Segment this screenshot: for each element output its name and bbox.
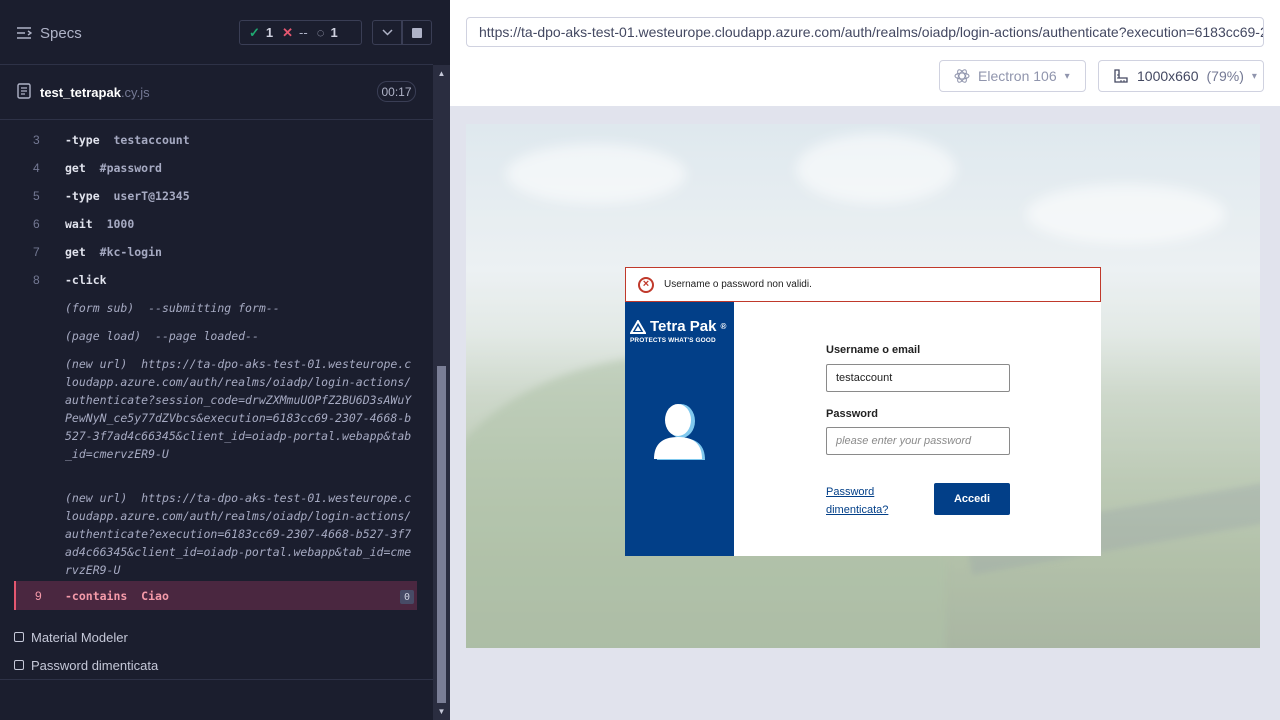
stop-button[interactable] — [402, 20, 432, 45]
running-count: ◌ 1 — [316, 25, 338, 40]
spec-file-name[interactable]: test_tetrapak.cy.js — [40, 85, 150, 100]
app-frame: × Username o password non validi. Tetra … — [466, 124, 1260, 648]
spec-duration: 00:17 — [377, 81, 416, 102]
scroll-up-icon[interactable]: ▲ — [437, 69, 446, 78]
specs-label: Specs — [40, 24, 82, 42]
aut-url-bar[interactable]: https://ta-dpo-aks-test-01.westeurope.cl… — [466, 17, 1264, 47]
app-under-test: https://ta-dpo-aks-test-01.westeurope.cl… — [450, 0, 1280, 720]
browser-selector[interactable]: Electron 106 ▾ — [939, 60, 1086, 92]
scrollbar-thumb[interactable] — [437, 366, 446, 703]
username-label: Username o email — [826, 344, 921, 356]
login-error-alert: × Username o password non validi. — [625, 267, 1101, 302]
x-icon: ✕ — [282, 24, 294, 40]
scroll-down-icon[interactable]: ▼ — [437, 707, 446, 716]
event-new-url[interactable]: (new url) https://ta-dpo-aks-test-01.wes… — [65, 355, 413, 463]
event-new-url[interactable]: (new url) https://ta-dpo-aks-test-01.wes… — [65, 489, 413, 579]
login-submit-button[interactable]: Accedi — [934, 483, 1010, 515]
command-log: 3 -type testaccount 4 get #password 5 -type… — [33, 133, 413, 579]
spinner-icon: ◌ — [316, 25, 325, 40]
aut-toolbar: https://ta-dpo-aks-test-01.westeurope.cl… — [450, 0, 1280, 106]
error-icon: × — [638, 276, 654, 293]
test-stats: ✓ 1 ✕ -- ◌ 1 — [239, 20, 362, 45]
chevron-down-icon — [381, 29, 393, 36]
runner-header: Specs ✓ 1 ✕ -- ◌ 1 — [0, 0, 433, 65]
electron-icon — [954, 69, 970, 83]
failure-count-badge: 0 — [400, 590, 414, 604]
password-label: Password — [826, 408, 878, 420]
failed-command-row[interactable]: 9 -contains Ciao 0 — [14, 581, 417, 610]
collapse-button[interactable] — [372, 20, 402, 45]
event-form-submit[interactable]: (form sub) --submitting form-- — [65, 299, 413, 317]
divider — [0, 679, 433, 680]
test-runner-panel: Specs ✓ 1 ✕ -- ◌ 1 test_tetrapak.cy.js 00:1… — [0, 0, 450, 720]
ruler-icon — [1114, 69, 1128, 83]
chevron-down-icon: ▾ — [1064, 70, 1070, 82]
tetra-pak-logo: Tetra Pak ® — [630, 318, 726, 335]
suite-item[interactable]: Password dimenticata — [14, 656, 158, 674]
passed-count: ✓ 1 — [249, 24, 274, 41]
forgot-password-link[interactable]: Password dimenticata? — [826, 483, 906, 519]
pending-icon — [14, 660, 24, 670]
stop-icon — [412, 27, 422, 38]
login-card: Tetra Pak ® PROTECTS WHAT'S GOOD Username… — [625, 302, 1101, 556]
specs-list-icon — [17, 27, 32, 39]
brand-panel: Tetra Pak ® PROTECTS WHAT'S GOOD — [625, 302, 734, 556]
pending-icon — [14, 632, 24, 642]
tetra-pak-triangle-icon — [630, 319, 646, 334]
suite-item[interactable]: Material Modeler — [14, 628, 128, 646]
specs-button[interactable]: Specs — [16, 22, 82, 44]
failed-count: ✕ -- — [282, 24, 308, 41]
viewport-selector[interactable]: 1000x660 (79%) ▾ — [1098, 60, 1264, 92]
user-avatar-icon — [654, 404, 705, 460]
password-field[interactable]: please enter your password — [826, 427, 1010, 455]
document-icon — [17, 83, 31, 99]
event-page-load[interactable]: (page load) --page loaded-- — [65, 327, 413, 345]
brand-tagline: PROTECTS WHAT'S GOOD — [630, 337, 716, 344]
chevron-down-icon: ▾ — [1251, 70, 1257, 82]
username-field[interactable]: testaccount — [826, 364, 1010, 392]
check-icon: ✓ — [249, 24, 260, 40]
